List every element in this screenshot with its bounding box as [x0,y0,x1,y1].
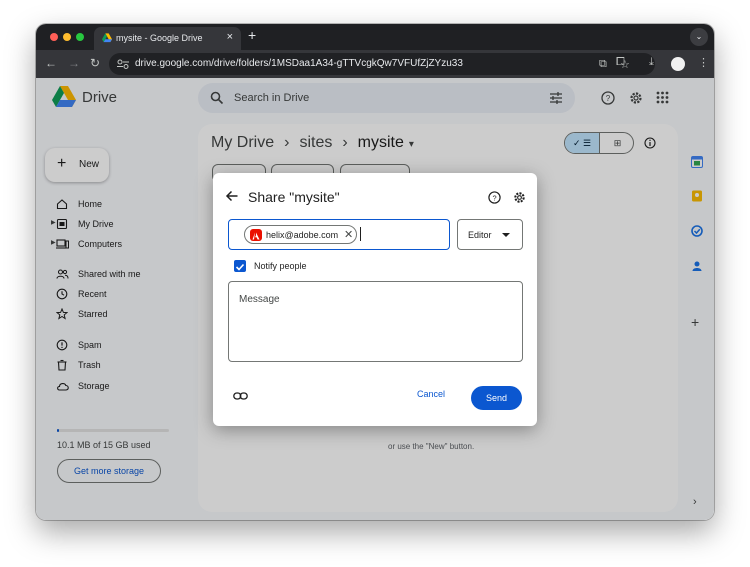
forward-arrow-icon[interactable]: → [68,56,80,70]
address-bar[interactable]: drive.google.com/drive/folders/1MSDaa1A3… [109,53,655,75]
back-arrow-icon[interactable] [225,189,239,203]
tab-close-icon[interactable]: × [227,31,233,43]
role-value: Editor [468,230,492,240]
copy-link-icon[interactable] [233,391,248,401]
share-dialog: Share "mysite" ? helix@adobe.com ✕ Edito… [213,173,537,426]
browser-toolbar: ← → ↻ drive.google.com/drive/folders/1MS… [36,50,714,78]
extensions-icon[interactable]: ⧠ [616,56,625,69]
reload-icon[interactable]: ↻ [90,56,100,70]
text-cursor [360,227,361,241]
adobe-logo-icon [250,229,262,241]
help-icon[interactable]: ? [488,191,501,204]
svg-text:?: ? [492,193,496,202]
install-app-icon[interactable]: ⧉ [599,58,607,71]
browser-tab[interactable]: mysite - Google Drive × [94,27,241,50]
minimize-window-button[interactable] [63,33,71,41]
message-placeholder: Message [239,294,280,305]
close-window-button[interactable] [50,33,58,41]
settings-gear-icon[interactable] [513,191,526,204]
tab-title: mysite - Google Drive [116,33,203,43]
recipient-email: helix@adobe.com [266,230,339,240]
url-text: drive.google.com/drive/folders/1MSDaa1A3… [135,58,463,69]
tab-strip: mysite - Google Drive × + ⌄ [36,24,714,50]
cancel-button[interactable]: Cancel [417,389,445,399]
back-arrow-icon[interactable]: ← [45,56,57,70]
drive-favicon-icon [102,33,112,43]
recipient-chip[interactable]: helix@adobe.com ✕ [244,225,357,244]
remove-recipient-icon[interactable]: ✕ [344,228,353,241]
role-select[interactable]: Editor [457,219,523,250]
send-button[interactable]: Send [471,386,522,410]
download-icon[interactable]: ⤓ [649,56,654,69]
add-people-input[interactable]: helix@adobe.com ✕ [228,219,450,250]
site-settings-icon[interactable] [117,59,129,69]
browser-window: mysite - Google Drive × + ⌄ ← → ↻ drive.… [36,24,714,520]
new-tab-button[interactable]: + [248,27,256,43]
dialog-title: Share "mysite" [248,189,340,205]
notify-people-label: Notify people [254,261,307,271]
notify-people-checkbox[interactable] [234,260,246,272]
message-field[interactable]: Message [228,281,523,362]
tab-search-chevron-icon[interactable]: ⌄ [690,28,708,46]
maximize-window-button[interactable] [76,33,84,41]
dropdown-arrow-icon [502,233,510,237]
browser-menu-icon[interactable]: ⋮ [698,56,709,69]
profile-avatar[interactable] [671,57,685,71]
